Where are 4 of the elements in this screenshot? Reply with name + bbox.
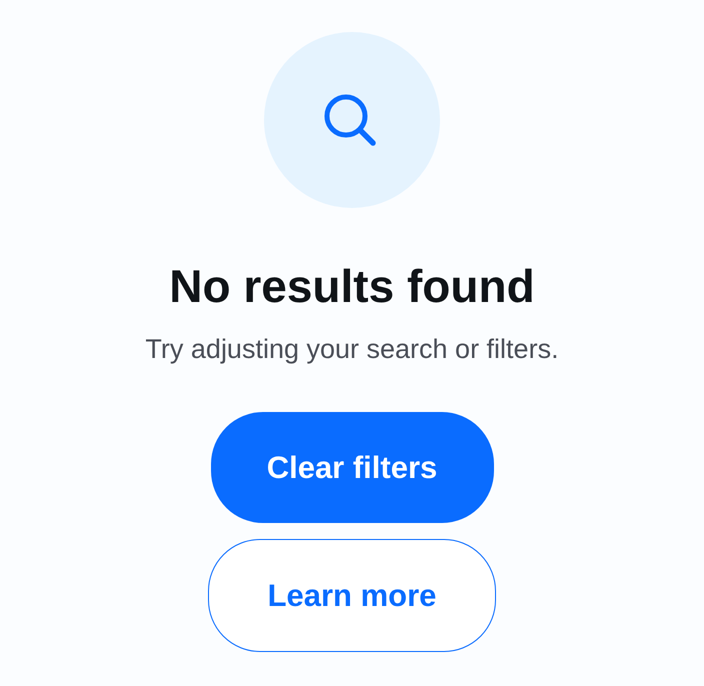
empty-state-message: Try adjusting your search or filters. <box>145 333 559 366</box>
learn-more-button[interactable]: Learn more <box>208 539 496 652</box>
empty-state-title: No results found <box>169 259 535 314</box>
clear-filters-button[interactable]: Clear filters <box>210 412 494 523</box>
